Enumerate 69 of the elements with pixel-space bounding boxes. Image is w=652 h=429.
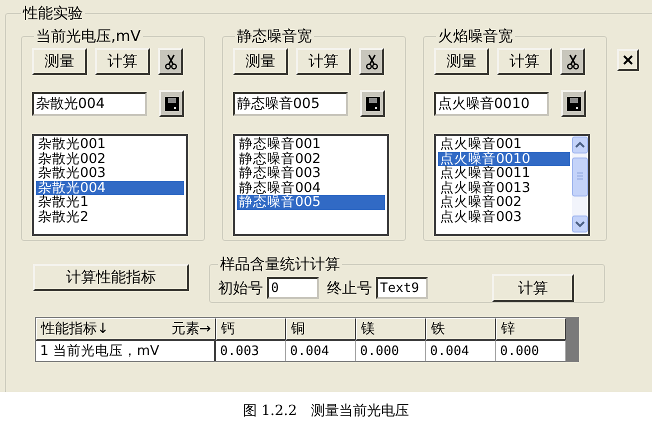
table-cell: 0.000 [496,340,566,361]
table-cell: 0.003 [216,340,286,361]
list-item[interactable]: 静态噪音004 [237,180,385,195]
list-item[interactable]: 静态噪音003 [237,166,385,180]
group-title: 静态噪音宽 [236,27,313,46]
cut-button[interactable] [359,48,384,75]
compute-button[interactable]: 计算性能指标 [33,264,189,291]
save-icon [364,96,380,112]
list-item[interactable]: 点火噪音0010 [438,152,570,166]
save-icon [164,96,180,112]
list-item[interactable]: 杂散光2 [36,210,184,224]
field-label: 终止号 [327,278,372,298]
input-field[interactable]: 杂散光004 [32,92,147,116]
save-button[interactable] [159,90,184,117]
list-item[interactable]: 点火噪音0011 [438,166,570,180]
list-item[interactable]: 杂散光1 [36,195,184,210]
scissors-icon [366,54,378,70]
list-item[interactable]: 点火噪音003 [438,210,570,224]
list-box[interactable]: 杂散光001 杂散光002 杂散光003 杂散光004 杂散光1 杂散光2 [32,134,188,236]
column-header: 铜 [286,318,356,340]
scissors-icon [566,54,578,70]
column-header: 铁 [426,318,496,340]
table-cell: 0.004 [426,340,496,361]
column-header: 镁 [356,318,426,340]
list-item[interactable]: 杂散光001 [36,137,184,152]
input-field[interactable]: 点火噪音0010 [434,92,549,116]
group-title: 当前光电压,mV [35,27,142,46]
close-button[interactable] [617,49,639,71]
table-cell: 0.000 [356,340,426,361]
button[interactable]: 计算 [95,48,150,75]
button[interactable]: 计算 [497,48,552,75]
button[interactable]: 测量 [233,48,288,75]
row-header: 1 当前光电压，mV [36,340,216,361]
column-header: 性能指标↓ [41,320,109,338]
group-title: 性能实验 [22,4,84,23]
table-cell: 0.004 [286,340,356,361]
list-item[interactable]: 杂散光003 [36,166,184,180]
cut-button[interactable] [560,48,585,75]
input-field[interactable]: 0 [267,277,319,299]
save-button[interactable] [561,90,586,117]
list-item[interactable]: 点火噪音002 [438,195,570,210]
save-button[interactable] [360,90,385,117]
save-icon [566,96,582,112]
field-label: 初始号 [218,278,263,298]
list-item[interactable]: 杂散光004 [36,180,184,195]
cut-button[interactable] [158,48,183,75]
figure-caption: 图 1.2.2 测量当前光电压 [242,402,410,420]
list-item[interactable]: 静态噪音005 [237,195,385,210]
list-item[interactable]: 静态噪音001 [237,137,385,152]
column-header: 元素→ [171,320,211,338]
button[interactable]: 计算 [296,48,351,75]
list-item[interactable]: 点火噪音001 [438,137,570,152]
group-title: 样品含量统计计算 [219,255,341,274]
button[interactable]: 测量 [434,48,489,75]
column-header: 钙 [216,318,286,340]
list-box[interactable]: 静态噪音001 静态噪音002 静态噪音003 静态噪音004 静态噪音005 [233,134,389,236]
input-field[interactable]: Text9 [376,277,428,299]
list-item[interactable]: 杂散光002 [36,152,184,166]
button[interactable]: 测量 [32,48,87,75]
input-field[interactable]: 静态噪音005 [233,92,348,116]
close-icon [623,55,633,65]
column-header: 锌 [496,318,566,340]
list-box[interactable]: 点火噪音001 点火噪音0010 点火噪音0011 点火噪音0013 点火噪音002 点火噪音003 [434,134,590,236]
compute-button[interactable]: 计算 [492,274,574,302]
group-title: 火焰噪音宽 [437,27,514,46]
list-item[interactable]: 静态噪音002 [237,152,385,166]
list-item[interactable]: 点火噪音0013 [438,180,570,195]
scissors-icon [164,54,176,70]
scrollbar-drawing[interactable] [572,136,588,234]
